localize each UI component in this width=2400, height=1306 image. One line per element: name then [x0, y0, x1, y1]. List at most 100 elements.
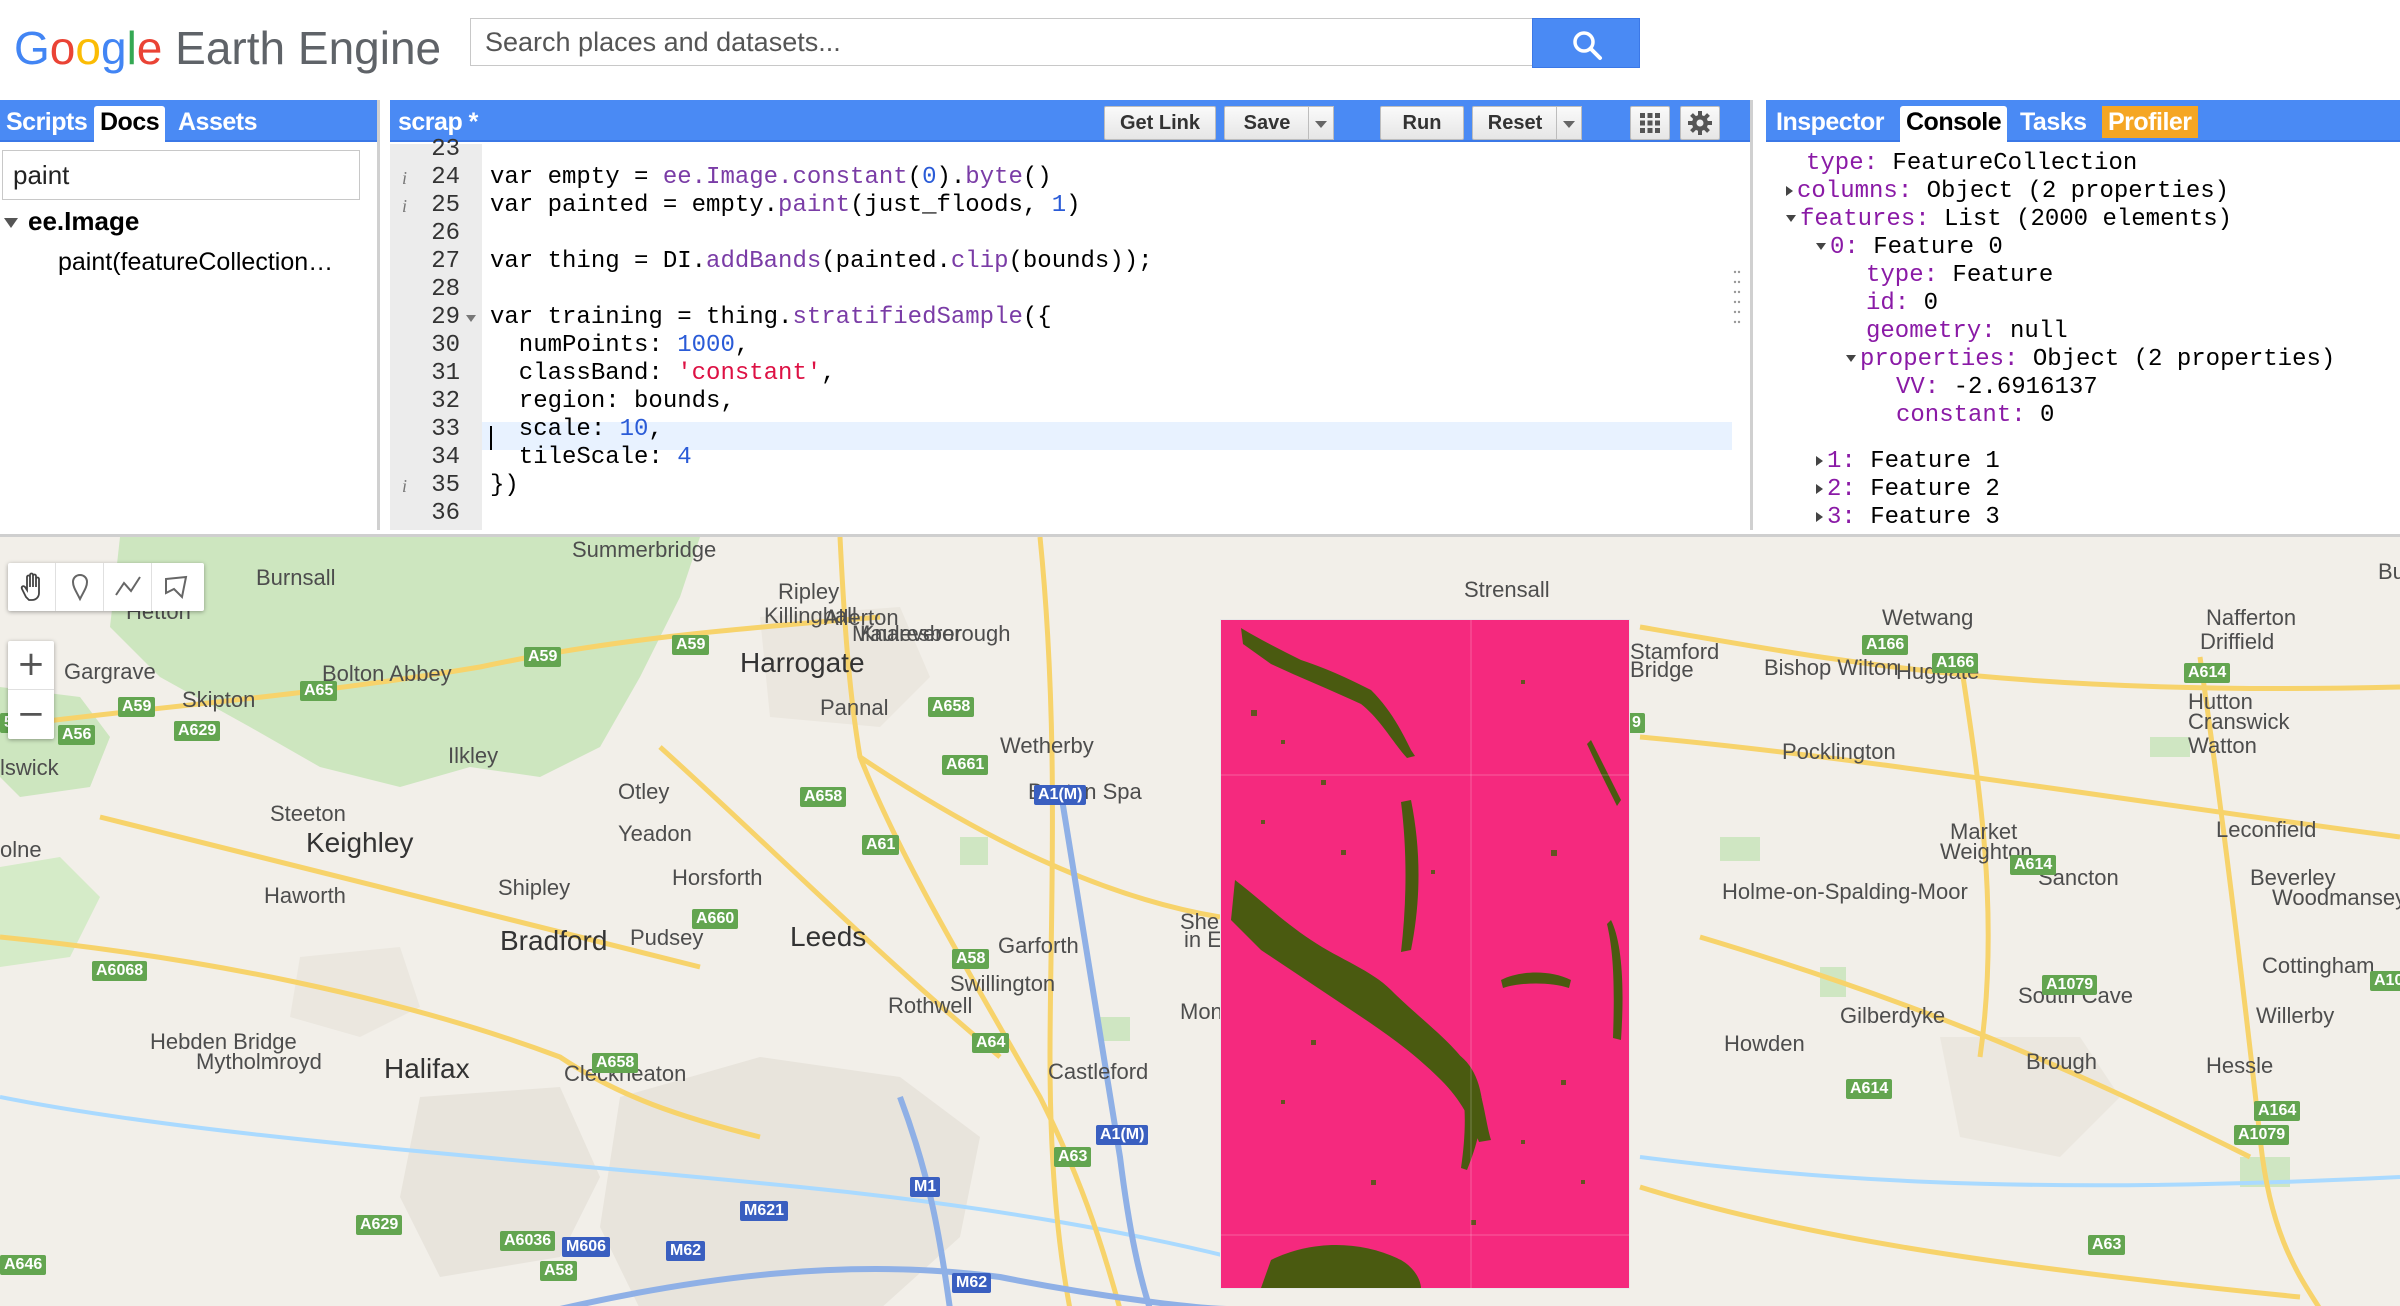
tab-assets[interactable]: Assets — [172, 106, 263, 138]
run-button[interactable]: Run — [1380, 106, 1464, 140]
tab-console[interactable]: Console — [1900, 106, 2008, 142]
map-place-label: Skipton — [182, 687, 256, 712]
console-row[interactable]: 2: Feature 2 — [1816, 476, 2000, 504]
flood-overlay-layer — [1220, 619, 1630, 1289]
map-road-shield: A58 — [952, 949, 990, 969]
console-row[interactable]: 0: Feature 0 — [1816, 234, 2003, 262]
search-button[interactable] — [1532, 18, 1640, 68]
map-place-label: Halifax — [384, 1053, 470, 1084]
map-place-label: Yeadon — [618, 821, 692, 846]
code-token: 0 — [922, 164, 937, 191]
map-road-shield: A629 — [356, 1215, 403, 1235]
info-icon[interactable]: i — [402, 472, 407, 500]
apps-grid-button[interactable] — [1630, 106, 1670, 140]
map-place-label: Garforth — [998, 933, 1079, 958]
zoom-out-button[interactable]: − — [8, 691, 54, 739]
map-road-shield: M621 — [740, 1201, 789, 1221]
code-token: classBand: — [490, 360, 678, 387]
map-road-shield: A56 — [58, 725, 96, 745]
expanded-triangle-icon[interactable] — [1786, 215, 1796, 223]
doc-tree-ee-image[interactable]: ee.Image — [4, 206, 139, 237]
map-place-label: lswick — [0, 755, 59, 780]
script-tab-title[interactable]: scrap * — [392, 106, 484, 138]
pan-tool-button[interactable] — [8, 563, 56, 611]
code-token: , — [648, 416, 663, 443]
code-line[interactable]: var training = thing.stratifiedSample({ — [490, 304, 1052, 332]
map-road-shield: A61 — [862, 835, 900, 855]
map-view[interactable]: Summerbridge Burnsall Ripley Killinghall Str… — [0, 534, 2400, 1306]
tab-scripts[interactable]: Scripts — [0, 106, 93, 138]
docs-filter-input[interactable] — [2, 150, 360, 200]
map-place-label: Shipley — [498, 875, 571, 900]
map-place-label: Steeton — [270, 801, 346, 826]
console-output: type: FeatureCollection columns: Object (… — [1766, 144, 2400, 530]
collapsed-triangle-icon[interactable] — [1816, 455, 1823, 466]
map-road-shield: A166 — [1862, 635, 1909, 655]
panel-resize-handle[interactable] — [1733, 262, 1741, 342]
console-row[interactable]: features: List (2000 elements) — [1786, 206, 2232, 234]
drag-dots-icon — [1733, 270, 1741, 324]
line-gutter: 23 24 i 25 i 26 27 28 29 30 31 32 33 34 35 i 36 — [390, 136, 482, 530]
hand-icon — [20, 572, 40, 601]
map-road-shield: A64 — [972, 1033, 1010, 1053]
code-line[interactable]: var empty = ee.Image.constant(0).byte() — [490, 164, 1052, 192]
top-bar: Google Earth Engine — [0, 0, 2400, 100]
console-row[interactable]: 3: Feature 3 — [1816, 504, 2000, 530]
expanded-triangle-icon[interactable] — [1846, 355, 1856, 363]
map-place-label: Burnsall — [256, 565, 336, 590]
console-row[interactable]: properties: Object (2 properties) — [1846, 346, 2335, 374]
map-road-shield: A658 — [800, 787, 847, 807]
line-number: 34 — [431, 444, 460, 471]
tab-docs[interactable]: Docs — [94, 106, 166, 142]
reset-dropdown-button[interactable] — [1556, 106, 1582, 140]
console-row[interactable]: columns: Object (2 properties) — [1786, 178, 2229, 206]
code-token: }) — [490, 472, 519, 499]
reset-button[interactable]: Reset — [1472, 106, 1558, 140]
flood-pixels — [1221, 620, 1629, 1288]
line-tool-button[interactable] — [104, 563, 152, 611]
tab-profiler[interactable]: Profiler — [2102, 106, 2198, 138]
map-place-label: Harrogate — [740, 647, 865, 678]
map-road-shield: M62 — [952, 1273, 992, 1293]
map-place-label: Leeds — [790, 921, 867, 952]
collapsed-triangle-icon[interactable] — [1816, 483, 1823, 494]
search-input[interactable] — [471, 19, 1531, 65]
doc-item-paint[interactable]: paint(featureCollection… — [58, 248, 358, 277]
code-line[interactable]: }) — [490, 472, 519, 500]
get-link-button[interactable]: Get Link — [1104, 106, 1216, 140]
gear-icon — [1688, 111, 1712, 135]
map-place-label: Horsforth — [672, 865, 763, 890]
save-dropdown-button[interactable] — [1308, 106, 1334, 140]
code-token: paint — [778, 192, 851, 219]
collapsed-triangle-icon[interactable] — [1816, 511, 1823, 522]
expanded-triangle-icon[interactable] — [1816, 243, 1826, 251]
code-line[interactable]: scale: 10, — [490, 416, 663, 444]
tab-inspector[interactable]: Inspector — [1770, 106, 1890, 138]
right-tabbar: Inspector Console Tasks Profiler — [1766, 100, 2400, 142]
console-value: 0 — [2025, 402, 2055, 429]
console-row[interactable]: 1: Feature 1 — [1816, 448, 2000, 476]
code-line[interactable]: var painted = empty.paint(just_floods, 1… — [490, 192, 1081, 220]
point-tool-button[interactable] — [56, 563, 104, 611]
fold-arrow-icon[interactable] — [466, 315, 476, 322]
line-number: 28 — [431, 276, 460, 303]
collapsed-triangle-icon[interactable] — [1786, 185, 1793, 196]
code-token: 1000 — [677, 332, 735, 359]
code-line[interactable]: numPoints: 1000, — [490, 332, 749, 360]
earth-engine-logo[interactable]: Google Earth Engine — [14, 16, 441, 80]
settings-button[interactable] — [1680, 106, 1720, 140]
code-line[interactable]: var thing = DI.addBands(painted.clip(bou… — [490, 248, 1153, 276]
map-road-shield: A614 — [2184, 663, 2231, 683]
info-icon[interactable]: i — [402, 192, 407, 220]
code-line[interactable]: tileScale: 4 — [490, 444, 692, 472]
console-value: FeatureCollection — [1878, 150, 2138, 177]
tab-tasks[interactable]: Tasks — [2014, 106, 2093, 138]
code-line[interactable]: region: bounds, — [490, 388, 735, 416]
code-area[interactable]: 23 24 i 25 i 26 27 28 29 30 31 32 33 34 35 i 36 var empt… — [390, 136, 1750, 530]
polygon-tool-button[interactable] — [152, 563, 200, 611]
code-token: var training = thing. — [490, 304, 793, 331]
code-line[interactable]: classBand: 'constant', — [490, 360, 836, 388]
zoom-in-button[interactable]: + — [8, 641, 54, 690]
info-icon[interactable]: i — [402, 164, 407, 192]
save-button[interactable]: Save — [1224, 106, 1310, 140]
